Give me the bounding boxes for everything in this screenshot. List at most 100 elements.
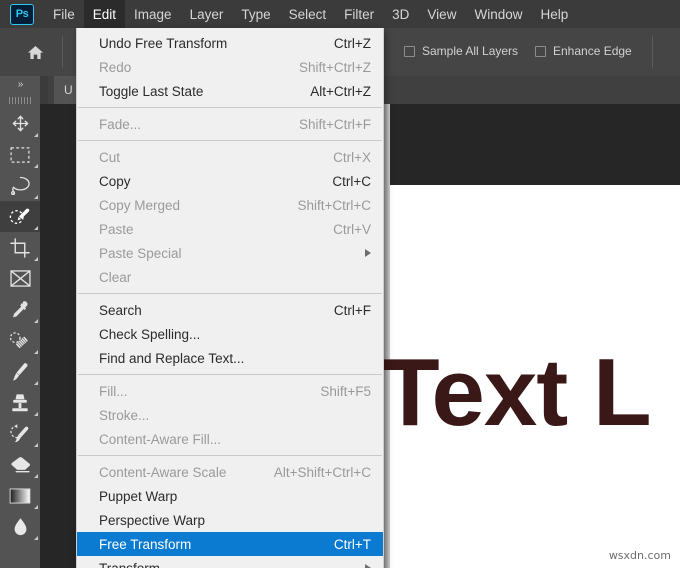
home-icon[interactable] xyxy=(18,36,52,68)
rectangular-marquee-tool[interactable] xyxy=(0,139,40,170)
menu-layer[interactable]: Layer xyxy=(181,0,233,28)
menu-item-label: Undo Free Transform xyxy=(99,36,227,51)
menu-3d[interactable]: 3D xyxy=(383,0,418,28)
brush-tool[interactable] xyxy=(0,356,40,387)
photoshop-logo-icon: Ps xyxy=(10,4,34,25)
menu-item-shortcut: Alt+Shift+Ctrl+C xyxy=(274,465,373,480)
submenu-arrow-icon xyxy=(365,564,371,568)
document-tab-label: U xyxy=(64,83,73,97)
menu-item-shortcut: Ctrl+V xyxy=(333,222,373,237)
tool-group-indicator xyxy=(34,536,38,540)
menu-item-toggle-last-state[interactable]: Toggle Last State Alt+Ctrl+Z xyxy=(77,79,383,103)
tool-group-indicator xyxy=(34,319,38,323)
menu-item-redo: RedoShift+Ctrl+Z xyxy=(77,55,383,79)
menu-item-transform[interactable]: Transform xyxy=(77,556,383,568)
menu-edit[interactable]: Edit xyxy=(84,0,125,28)
menu-item-label: Copy Merged xyxy=(99,198,180,213)
menu-type[interactable]: Type xyxy=(232,0,279,28)
canvas-text-layer[interactable]: Text L xyxy=(381,345,651,441)
menu-file[interactable]: File xyxy=(44,0,84,28)
menu-item-undo-free-transform[interactable]: Undo Free Transform Ctrl+Z xyxy=(77,31,383,55)
clone-stamp-tool[interactable] xyxy=(0,387,40,418)
menu-item-stroke: Stroke... xyxy=(77,403,383,427)
menu-item-shortcut: Shift+Ctrl+Z xyxy=(299,60,373,75)
lasso-tool[interactable] xyxy=(0,170,40,201)
quick-selection-tool[interactable] xyxy=(0,201,40,232)
frame-tool[interactable] xyxy=(0,263,40,294)
menu-item-content-aware-scale: Content-Aware Scale Alt+Shift+Ctrl+C xyxy=(77,460,383,484)
tool-group-indicator xyxy=(34,443,38,447)
eyedropper-tool[interactable] xyxy=(0,294,40,325)
tools-panel: » xyxy=(0,76,40,568)
menu-filter[interactable]: Filter xyxy=(335,0,383,28)
menu-item-label: Fill... xyxy=(99,384,128,399)
enhance-edge-checkbox[interactable]: Enhance Edge xyxy=(535,44,632,58)
history-brush-tool[interactable] xyxy=(0,418,40,449)
menu-item-label: Paste xyxy=(99,222,134,237)
menu-item-label: Content-Aware Fill... xyxy=(99,432,221,447)
crop-tool[interactable] xyxy=(0,232,40,263)
menu-bar-items: FileEditImageLayerTypeSelectFilter3DView… xyxy=(34,0,577,28)
menu-item-shortcut: Shift+Ctrl+F xyxy=(299,117,373,132)
move-tool[interactable] xyxy=(0,108,40,139)
checkbox-box[interactable] xyxy=(535,46,546,57)
menu-item-label: Copy xyxy=(99,174,131,189)
spot-healing-brush-tool[interactable] xyxy=(0,325,40,356)
panel-drag-handle[interactable] xyxy=(0,93,40,108)
menu-select[interactable]: Select xyxy=(280,0,336,28)
menu-item-shortcut: Alt+Ctrl+Z xyxy=(310,84,373,99)
sample-all-layers-label: Sample All Layers xyxy=(422,44,518,58)
menu-bar: Ps FileEditImageLayerTypeSelectFilter3DV… xyxy=(0,0,680,28)
tool-group-indicator xyxy=(34,133,38,137)
menu-item-shortcut: Shift+F5 xyxy=(320,384,373,399)
menu-item-free-transform[interactable]: Free TransformCtrl+T xyxy=(77,532,383,556)
document-canvas[interactable]: Text L xyxy=(390,185,680,568)
tool-group-indicator xyxy=(34,474,38,478)
menu-item-find-and-replace-text[interactable]: Find and Replace Text... xyxy=(77,346,383,370)
tool-group-indicator xyxy=(34,412,38,416)
sample-all-layers-checkbox[interactable]: Sample All Layers xyxy=(404,44,518,58)
tool-group-indicator xyxy=(34,164,38,168)
menu-window[interactable]: Window xyxy=(465,0,531,28)
submenu-arrow-icon xyxy=(365,249,371,257)
menu-item-label: Search xyxy=(99,303,142,318)
edit-menu-dropdown[interactable]: Undo Free Transform Ctrl+Z RedoShift+Ctrl+… xyxy=(76,28,384,568)
menu-view[interactable]: View xyxy=(418,0,465,28)
menu-item-paste-special: Paste Special xyxy=(77,241,383,265)
menu-item-label: Find and Replace Text... xyxy=(99,351,244,366)
enhance-edge-label: Enhance Edge xyxy=(553,44,632,58)
tool-group-indicator xyxy=(34,505,38,509)
menu-item-fade: Fade...Shift+Ctrl+F xyxy=(77,112,383,136)
menu-separator xyxy=(78,140,382,141)
menu-help[interactable]: Help xyxy=(531,0,577,28)
blur-tool[interactable] xyxy=(0,511,40,542)
collapse-panel-icon[interactable]: » xyxy=(0,76,40,93)
menu-item-label: Paste Special xyxy=(99,246,182,261)
menu-item-shortcut: Ctrl+T xyxy=(334,537,373,552)
tool-group-indicator xyxy=(34,226,38,230)
menu-item-label: Puppet Warp xyxy=(99,489,177,504)
tool-group-indicator xyxy=(34,195,38,199)
eraser-tool[interactable] xyxy=(0,449,40,480)
menu-item-shortcut: Shift+Ctrl+C xyxy=(297,198,373,213)
menu-item-shortcut: Ctrl+Z xyxy=(334,36,373,51)
tool-group-indicator xyxy=(34,257,38,261)
menu-item-label: Transform xyxy=(99,561,160,568)
tab-strip-edge xyxy=(40,76,48,104)
menu-item-perspective-warp[interactable]: Perspective Warp xyxy=(77,508,383,532)
menu-separator xyxy=(78,107,382,108)
menu-item-clear: Clear xyxy=(77,265,383,289)
menu-image[interactable]: Image xyxy=(125,0,181,28)
menu-item-search[interactable]: SearchCtrl+F xyxy=(77,298,383,322)
menu-item-paste: Paste Ctrl+V xyxy=(77,217,383,241)
gradient-tool[interactable] xyxy=(0,480,40,511)
menu-item-label: Content-Aware Scale xyxy=(99,465,226,480)
menu-item-check-spelling[interactable]: Check Spelling... xyxy=(77,322,383,346)
options-divider xyxy=(62,36,63,68)
menu-item-shortcut: Ctrl+X xyxy=(333,150,373,165)
menu-item-puppet-warp[interactable]: Puppet Warp xyxy=(77,484,383,508)
menu-item-copy[interactable]: Copy Ctrl+C xyxy=(77,169,383,193)
menu-item-shortcut: Ctrl+C xyxy=(332,174,373,189)
menu-item-label: Toggle Last State xyxy=(99,84,203,99)
checkbox-box[interactable] xyxy=(404,46,415,57)
